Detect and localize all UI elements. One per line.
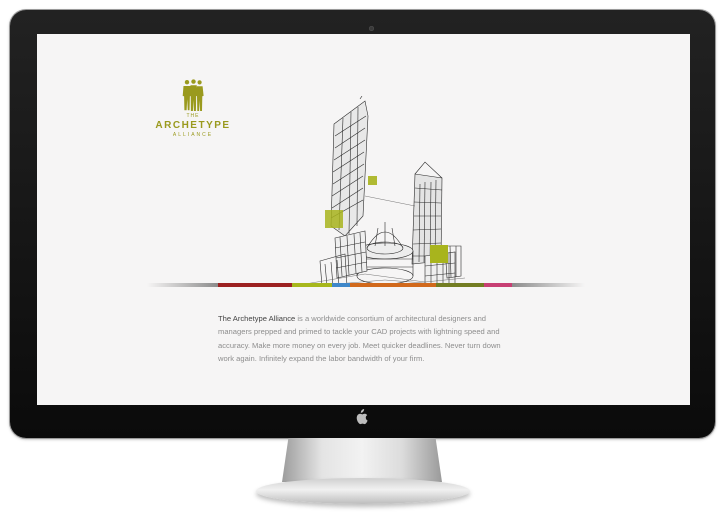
logo-line-the: THE (186, 113, 200, 119)
camera-icon (369, 26, 374, 31)
colorbar-segment-green (292, 283, 332, 287)
stand-foot (256, 478, 470, 504)
colorbar-segment-orange (350, 283, 436, 287)
colorbar-segment-pink (484, 283, 512, 287)
accent-square-right (430, 245, 448, 263)
colorbar-segment-olive (436, 283, 484, 287)
archetype-alliance-logo[interactable]: THE ARCHETYPE ALLIANCE (143, 79, 243, 138)
figures-logo-icon (182, 79, 204, 111)
intro-lead: The Archetype Alliance (218, 314, 296, 323)
accent-square-left (325, 210, 343, 228)
colorbar-segment-red (218, 283, 292, 287)
logo-line-alliance: ALLIANCE (172, 132, 214, 138)
screen: THE ARCHETYPE ALLIANCE The Archetype All… (37, 34, 690, 405)
apple-logo-icon (356, 409, 368, 425)
colorbar-segment-gray-left (147, 283, 218, 287)
colorbar-segment-gray-right (512, 283, 585, 287)
accent-square-top (368, 176, 377, 185)
desktop-mockup: THE ARCHETYPE ALLIANCE The Archetype All… (0, 0, 725, 517)
color-divider-bar (147, 283, 585, 287)
logo-line-archetype: ARCHETYPE (155, 120, 231, 131)
intro-paragraph: The Archetype Alliance is a worldwide co… (218, 312, 518, 366)
stand-neck (282, 438, 442, 482)
colorbar-segment-blue (332, 283, 350, 287)
